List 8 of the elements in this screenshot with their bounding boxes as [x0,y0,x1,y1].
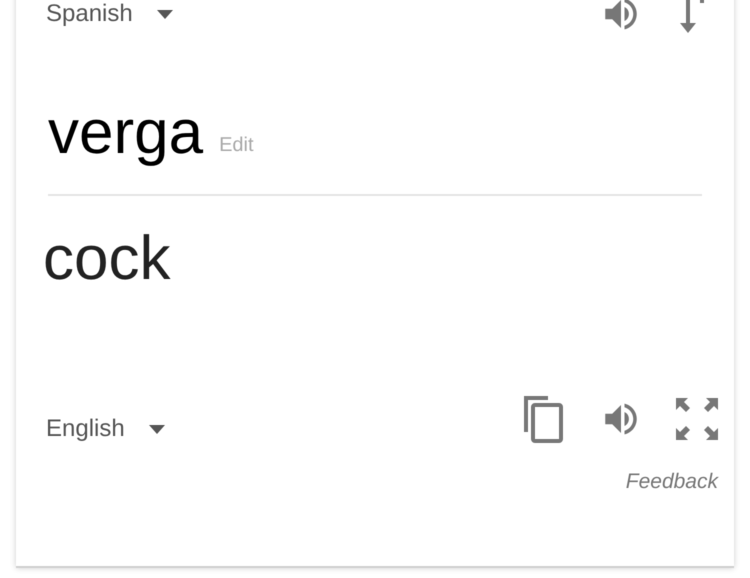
source-language-selector[interactable]: Spanish [46,0,173,32]
feedback-link[interactable]: Feedback [626,466,718,498]
fullscreen-icon[interactable] [676,398,718,440]
caret-icon [156,10,173,18]
target-language-selector[interactable]: English [46,411,165,447]
caret-icon [148,424,165,434]
translated-text: cock [43,224,170,293]
source-text: verga [48,102,204,164]
